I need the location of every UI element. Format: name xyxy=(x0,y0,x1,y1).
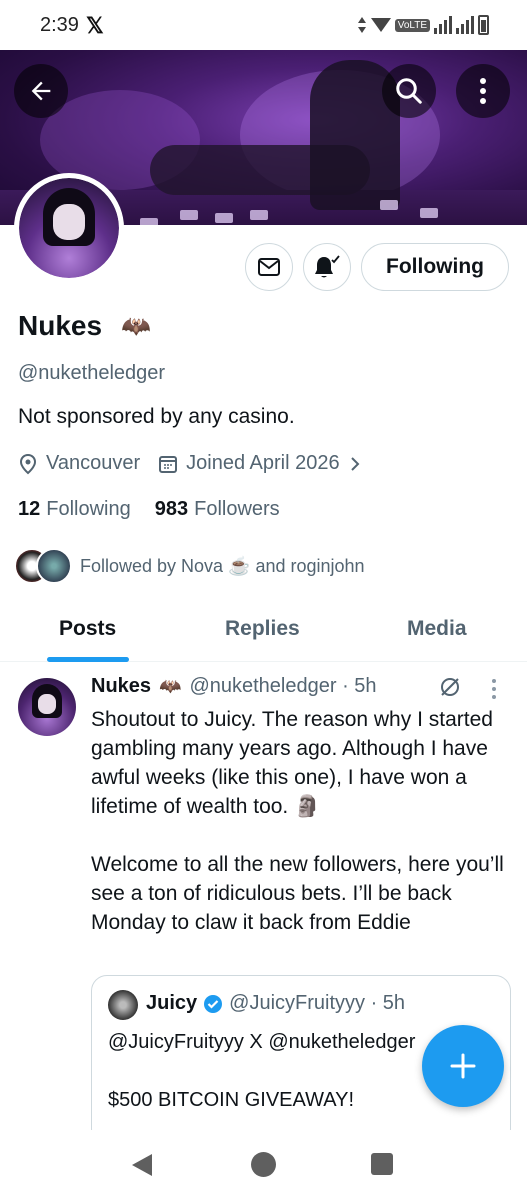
tab-posts[interactable]: Posts xyxy=(59,617,116,641)
location-icon xyxy=(19,453,37,474)
quoted-post-header: Juicy @JuicyFruityyy · 5h xyxy=(146,992,405,1015)
nav-home-icon[interactable] xyxy=(251,1152,276,1177)
bat-emoji: 🦇 xyxy=(159,676,182,696)
profile-meta: Vancouver Joined April 2026 xyxy=(18,452,368,475)
notifications-button[interactable] xyxy=(303,243,351,291)
status-time: 2:39 xyxy=(40,14,79,36)
data-arrows-icon xyxy=(357,17,366,33)
signal-icon-2 xyxy=(456,16,474,34)
post-author-name[interactable]: Nukes xyxy=(91,675,151,698)
chevron-right-icon[interactable] xyxy=(350,456,360,472)
profile-avatar[interactable] xyxy=(14,173,124,283)
verified-badge-icon xyxy=(204,994,223,1013)
search-button[interactable] xyxy=(382,64,436,118)
post-author-avatar[interactable] xyxy=(18,678,76,736)
wifi-icon xyxy=(370,18,391,32)
post-author-handle: @nuketheledger · 5h xyxy=(189,675,377,697)
profile-handle: @nuketheledger xyxy=(18,362,166,384)
more-vertical-icon[interactable] xyxy=(490,678,498,700)
quoted-author-handle: @JuicyFruityyy · 5h xyxy=(229,992,406,1014)
back-button[interactable] xyxy=(14,64,68,118)
nav-recents-icon[interactable] xyxy=(371,1153,393,1175)
profile-joined: Joined April 2026 xyxy=(186,452,340,474)
following-button[interactable]: Following xyxy=(361,243,509,291)
quoted-author-avatar xyxy=(108,990,138,1020)
bat-emoji: 🦇 xyxy=(121,312,151,340)
profile-tabs: Posts Replies Media xyxy=(0,605,527,662)
search-icon xyxy=(396,78,422,104)
followed-by-row[interactable]: Followed by Nova ☕ and roginjohn xyxy=(14,548,365,584)
profile-location: Vancouver xyxy=(46,452,141,474)
arrow-left-icon xyxy=(31,81,51,101)
followed-by-text: Followed by Nova ☕ and roginjohn xyxy=(80,555,365,576)
nav-back-icon[interactable] xyxy=(130,1152,154,1178)
active-tab-indicator xyxy=(47,657,129,662)
status-icons: VoLTE xyxy=(357,15,489,35)
more-options-button[interactable] xyxy=(456,64,510,118)
quoted-author-name: Juicy xyxy=(146,992,198,1014)
signal-icon xyxy=(434,16,452,34)
compose-button[interactable] xyxy=(422,1025,504,1107)
message-button[interactable] xyxy=(245,243,293,291)
following-count-link[interactable]: 12 Following xyxy=(18,498,131,521)
plus-icon xyxy=(450,1053,476,1079)
x-logo-icon: 𝕏 xyxy=(86,13,104,38)
display-name: Nukes xyxy=(18,310,103,341)
tab-media[interactable]: Media xyxy=(407,617,467,641)
bell-check-icon xyxy=(315,255,340,278)
more-vertical-icon xyxy=(480,78,486,104)
status-bar: 2:39 𝕏 VoLTE xyxy=(0,0,527,50)
volte-badge: VoLTE xyxy=(394,18,430,32)
grok-icon[interactable] xyxy=(438,675,462,699)
post-text: Shoutout to Juicy. The reason why I star… xyxy=(91,708,504,934)
followers-count-link[interactable]: 983 Followers xyxy=(155,498,280,521)
tab-replies[interactable]: Replies xyxy=(225,617,300,641)
post-header: Nukes 🦇 @nuketheledger · 5h xyxy=(91,675,377,698)
battery-icon xyxy=(478,15,489,35)
system-nav-bar xyxy=(0,1130,527,1200)
mail-icon xyxy=(258,258,280,276)
calendar-icon xyxy=(159,455,178,473)
avatar xyxy=(36,548,72,584)
follow-counts: 12 Following 983 Followers xyxy=(18,498,280,521)
profile-bio: Not sponsored by any casino. xyxy=(18,405,295,428)
